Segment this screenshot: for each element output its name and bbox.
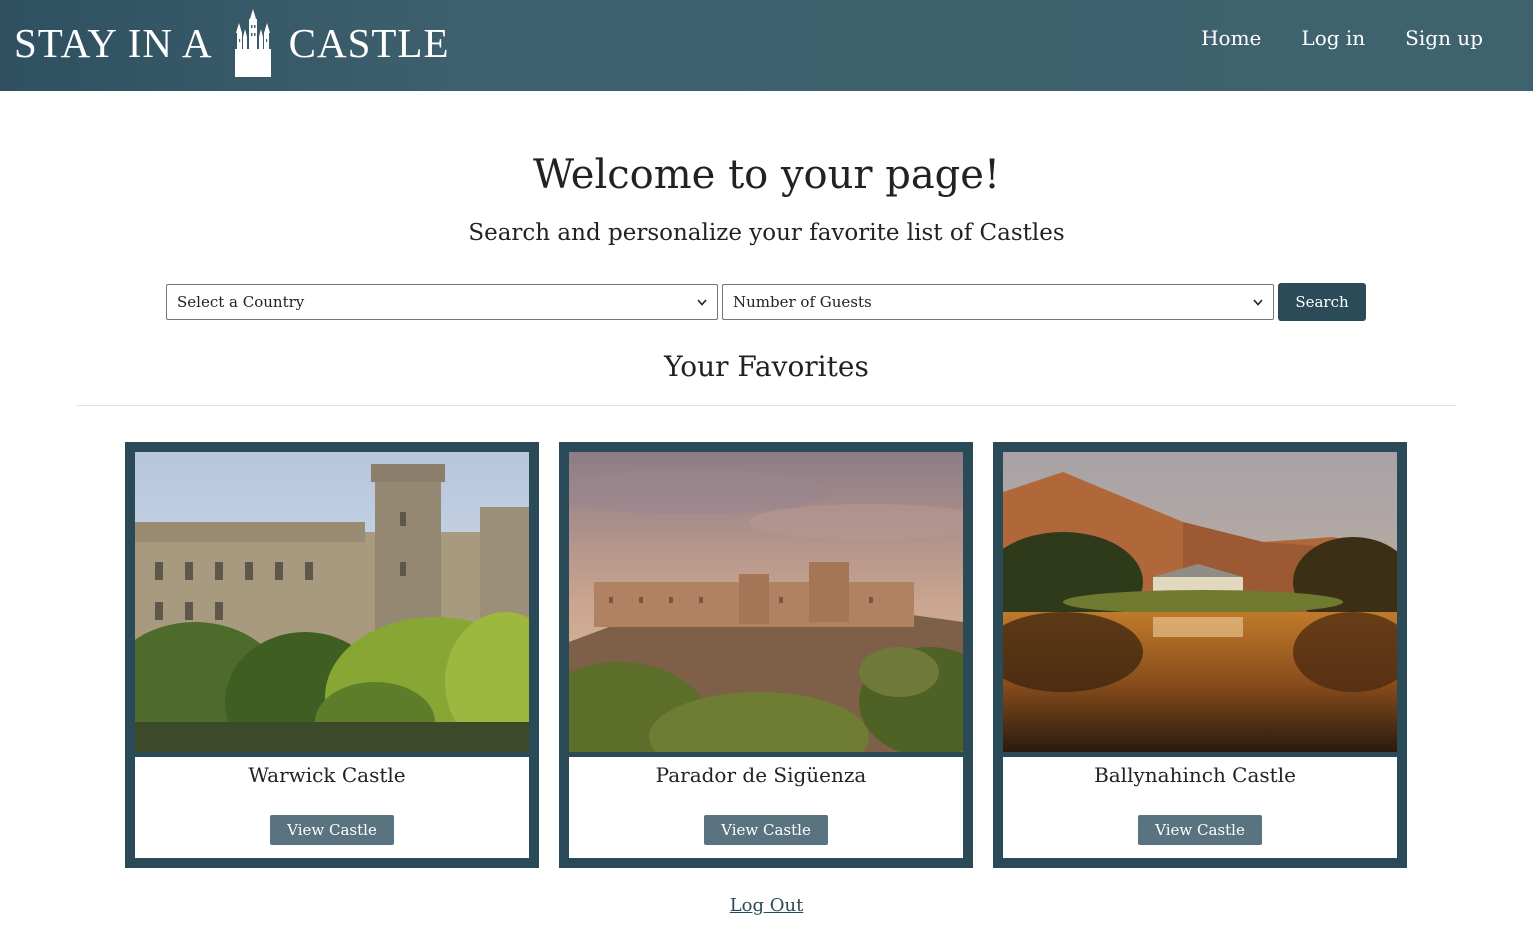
top-navbar: STAY IN A CASTLE Home Log in Sign up (0, 0, 1533, 91)
country-select-value: Select a Country (177, 293, 305, 311)
castle-name: Parador de Sigüenza (655, 763, 867, 787)
castle-name: Ballynahinch Castle (1094, 763, 1296, 787)
nav-signup-link[interactable]: Sign up (1405, 26, 1483, 50)
castle-card: Ballynahinch Castle View Castle (993, 442, 1407, 868)
castle-card: Warwick Castle View Castle (125, 442, 539, 868)
card-body: Warwick Castle View Castle (135, 757, 529, 858)
view-castle-button[interactable]: View Castle (270, 815, 394, 845)
castle-card: Parador de Sigüenza View Castle (559, 442, 973, 868)
logout-container: Log Out (0, 895, 1533, 916)
favorites-heading: Your Favorites (664, 350, 869, 383)
chevron-down-icon (1253, 296, 1263, 309)
country-select[interactable]: Select a Country (166, 284, 718, 320)
chevron-down-icon (697, 296, 707, 309)
card-body: Parador de Sigüenza View Castle (569, 757, 963, 858)
castle-icon (233, 9, 273, 77)
brand-text-part1: STAY IN A (14, 20, 213, 66)
logout-link[interactable]: Log Out (730, 895, 804, 916)
nav-login-link[interactable]: Log in (1301, 26, 1365, 50)
card-body: Ballynahinch Castle View Castle (1003, 757, 1397, 858)
section-divider (76, 405, 1456, 406)
page-title: Welcome to your page! (532, 152, 1001, 198)
brand-text-part2: CASTLE (288, 20, 450, 66)
castle-name: Warwick Castle (248, 763, 406, 787)
guests-select[interactable]: Number of Guests (722, 284, 1274, 320)
guests-select-value: Number of Guests (733, 293, 872, 311)
nav-links: Home Log in Sign up (1201, 26, 1483, 50)
page-subtitle: Search and personalize your favorite lis… (468, 220, 1065, 246)
search-button[interactable]: Search (1278, 283, 1366, 321)
castle-photo-ballynahinch (1003, 452, 1397, 752)
brand-logo[interactable]: STAY IN A CASTLE (14, 8, 450, 78)
view-castle-button[interactable]: View Castle (704, 815, 828, 845)
nav-home-link[interactable]: Home (1201, 26, 1261, 50)
view-castle-button[interactable]: View Castle (1138, 815, 1262, 845)
castle-photo-siguenza (569, 452, 963, 752)
castle-photo-warwick (135, 452, 529, 752)
